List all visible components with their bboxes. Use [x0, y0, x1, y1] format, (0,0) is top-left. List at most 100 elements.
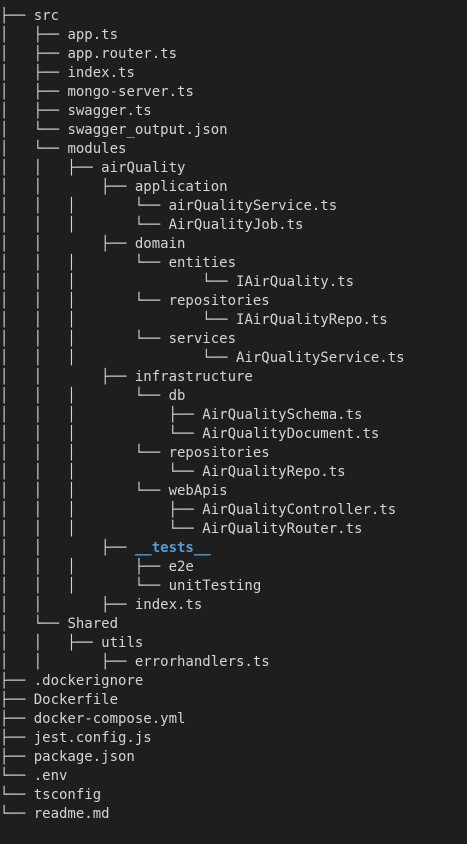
folder-name: repositories	[168, 293, 270, 309]
tree-branch-glyphs: │ │ ├──	[0, 597, 135, 613]
tree-file-row: ├── .dockerignore	[0, 672, 405, 691]
tree-file-row: │ ├── index.ts	[0, 64, 405, 83]
tree-folder-row: │ │ │ └── repositories	[0, 292, 405, 311]
tree-branch-glyphs: ├──	[0, 749, 34, 765]
tree-file-row: │ │ │ └── AirQualityRouter.ts	[0, 520, 405, 539]
tree-branch-glyphs: │ │ │ └──	[0, 445, 169, 461]
file-name: app.router.ts	[67, 46, 178, 62]
tree-branch-glyphs: │ │ │ └──	[0, 293, 169, 309]
tree-folder-row: │ │ │ └── unitTesting	[0, 577, 405, 596]
tree-folder-row: │ │ │ └── webApis	[0, 482, 405, 501]
folder-name: webApis	[168, 483, 228, 499]
file-name: AirQualityService.ts	[236, 350, 405, 366]
tree-file-row: └── tsconfig	[0, 786, 405, 805]
tree-file-row: │ ├── swagger.ts	[0, 102, 405, 121]
tree-file-row: │ │ │ └── AirQualityDocument.ts	[0, 425, 405, 444]
tree-branch-glyphs: │ │ │ └──	[0, 426, 203, 442]
tree-branch-glyphs: └──	[0, 768, 34, 784]
tree-folder-row: │ │ │ └── repositories	[0, 444, 405, 463]
file-name: Dockerfile	[33, 692, 119, 708]
tree-branch-glyphs: │ │ │ └──	[0, 331, 169, 347]
file-name: airQualityService.ts	[168, 198, 338, 214]
file-name: app.ts	[67, 27, 119, 43]
tree-branch-glyphs: ├──	[0, 673, 34, 689]
folder-name: entities	[168, 255, 237, 271]
tree-file-row: │ │ │ └── IAirQuality.ts	[0, 273, 405, 292]
tree-branch-glyphs: │ │ ├──	[0, 540, 135, 556]
tree-folder-row: │ │ ├── airQuality	[0, 159, 405, 178]
file-name: AirQualityDocument.ts	[202, 426, 380, 442]
tree-folder-row: ├── src	[0, 7, 405, 26]
folder-name: application	[134, 179, 228, 195]
file-name: AirQualitySchema.ts	[202, 407, 363, 423]
tree-branch-glyphs: │ │ ├──	[0, 236, 135, 252]
tree-file-row: ├── package.json	[0, 748, 405, 767]
file-name: index.ts	[134, 597, 203, 613]
tree-file-row: │ │ │ ├── AirQualityController.ts	[0, 501, 405, 520]
folder-name: utils	[101, 635, 144, 651]
file-name: swagger_output.json	[67, 122, 228, 138]
file-name: errorhandlers.ts	[134, 654, 270, 670]
tree-branch-glyphs: │ │ ├──	[0, 635, 102, 651]
folder-name: __tests__	[134, 540, 211, 556]
folder-name: Shared	[67, 616, 119, 632]
file-name: AirQualityController.ts	[202, 502, 397, 518]
tree-branch-glyphs: │ │ │ └──	[0, 350, 237, 366]
tree-file-row: │ │ │ └── AirQualityJob.ts	[0, 216, 405, 235]
tree-file-row: └── readme.md	[0, 805, 405, 824]
tree-branch-glyphs: │ │ │ └──	[0, 255, 169, 271]
file-name: .env	[33, 768, 68, 784]
tree-branch-glyphs: │ │ ├──	[0, 654, 135, 670]
tree-branch-glyphs: │ ├──	[0, 46, 68, 62]
tree-file-row: ├── docker-compose.yml	[0, 710, 405, 729]
tree-branch-glyphs: │ └──	[0, 141, 68, 157]
tree-branch-glyphs: │ │ │ └──	[0, 464, 203, 480]
tree-branch-glyphs: │ │ ├──	[0, 179, 135, 195]
file-name: docker-compose.yml	[33, 711, 186, 727]
directory-tree: ├── src │ ├── app.ts │ ├── app.router.ts │ …	[0, 7, 405, 824]
tree-file-row: │ │ ├── errorhandlers.ts	[0, 653, 405, 672]
tree-folder-row: │ │ ├── application	[0, 178, 405, 197]
file-name: readme.md	[33, 806, 110, 822]
tree-branch-glyphs: │ │ │ └──	[0, 578, 169, 594]
folder-name: db	[168, 388, 186, 404]
tree-branch-glyphs: │ └──	[0, 122, 68, 138]
tree-file-row: │ │ │ └── IAirQualityRepo.ts	[0, 311, 405, 330]
tree-file-row: │ │ ├── index.ts	[0, 596, 405, 615]
tree-branch-glyphs: │ │ │ ├──	[0, 407, 203, 423]
tree-branch-glyphs: │ │ │ └──	[0, 388, 169, 404]
tree-folder-row: │ │ │ └── db	[0, 387, 405, 406]
tree-branch-glyphs: │ └──	[0, 616, 68, 632]
file-name: tsconfig	[33, 787, 102, 803]
folder-name: e2e	[168, 559, 194, 575]
tree-file-row: │ ├── app.router.ts	[0, 45, 405, 64]
tree-folder-row: │ │ ├── domain	[0, 235, 405, 254]
folder-name: services	[168, 331, 237, 347]
tree-branch-glyphs: │ │ ├──	[0, 160, 102, 176]
tree-branch-glyphs: ├──	[0, 730, 34, 746]
tree-branch-glyphs: │ ├──	[0, 27, 68, 43]
tree-branch-glyphs: │ │ │ └──	[0, 483, 169, 499]
tree-file-row: │ ├── app.ts	[0, 26, 405, 45]
tree-folder-row: │ └── modules	[0, 140, 405, 159]
folder-name: modules	[67, 141, 127, 157]
file-name: mongo-server.ts	[67, 84, 194, 100]
folder-name: airQuality	[101, 160, 186, 176]
tree-branch-glyphs: │ │ ├──	[0, 369, 135, 385]
file-name: package.json	[33, 749, 135, 765]
folder-name: unitTesting	[168, 578, 262, 594]
tree-branch-glyphs: │ │ │ └──	[0, 274, 237, 290]
tree-branch-glyphs: │ │ │ └──	[0, 521, 203, 537]
file-name: IAirQualityRepo.ts	[236, 312, 388, 328]
file-name: jest.config.js	[33, 730, 152, 746]
tree-branch-glyphs: │ │ │ ├──	[0, 559, 169, 575]
tree-file-row: │ │ │ └── AirQualityRepo.ts	[0, 463, 405, 482]
tree-branch-glyphs: │ │ │ └──	[0, 312, 237, 328]
tree-file-row: ├── Dockerfile	[0, 691, 405, 710]
tree-branch-glyphs: │ ├──	[0, 103, 68, 119]
tree-file-row: └── .env	[0, 767, 405, 786]
tree-file-row: │ │ │ ├── AirQualitySchema.ts	[0, 406, 405, 425]
folder-name: domain	[134, 236, 186, 252]
tree-branch-glyphs: └──	[0, 787, 34, 803]
tree-branch-glyphs: └──	[0, 806, 34, 822]
